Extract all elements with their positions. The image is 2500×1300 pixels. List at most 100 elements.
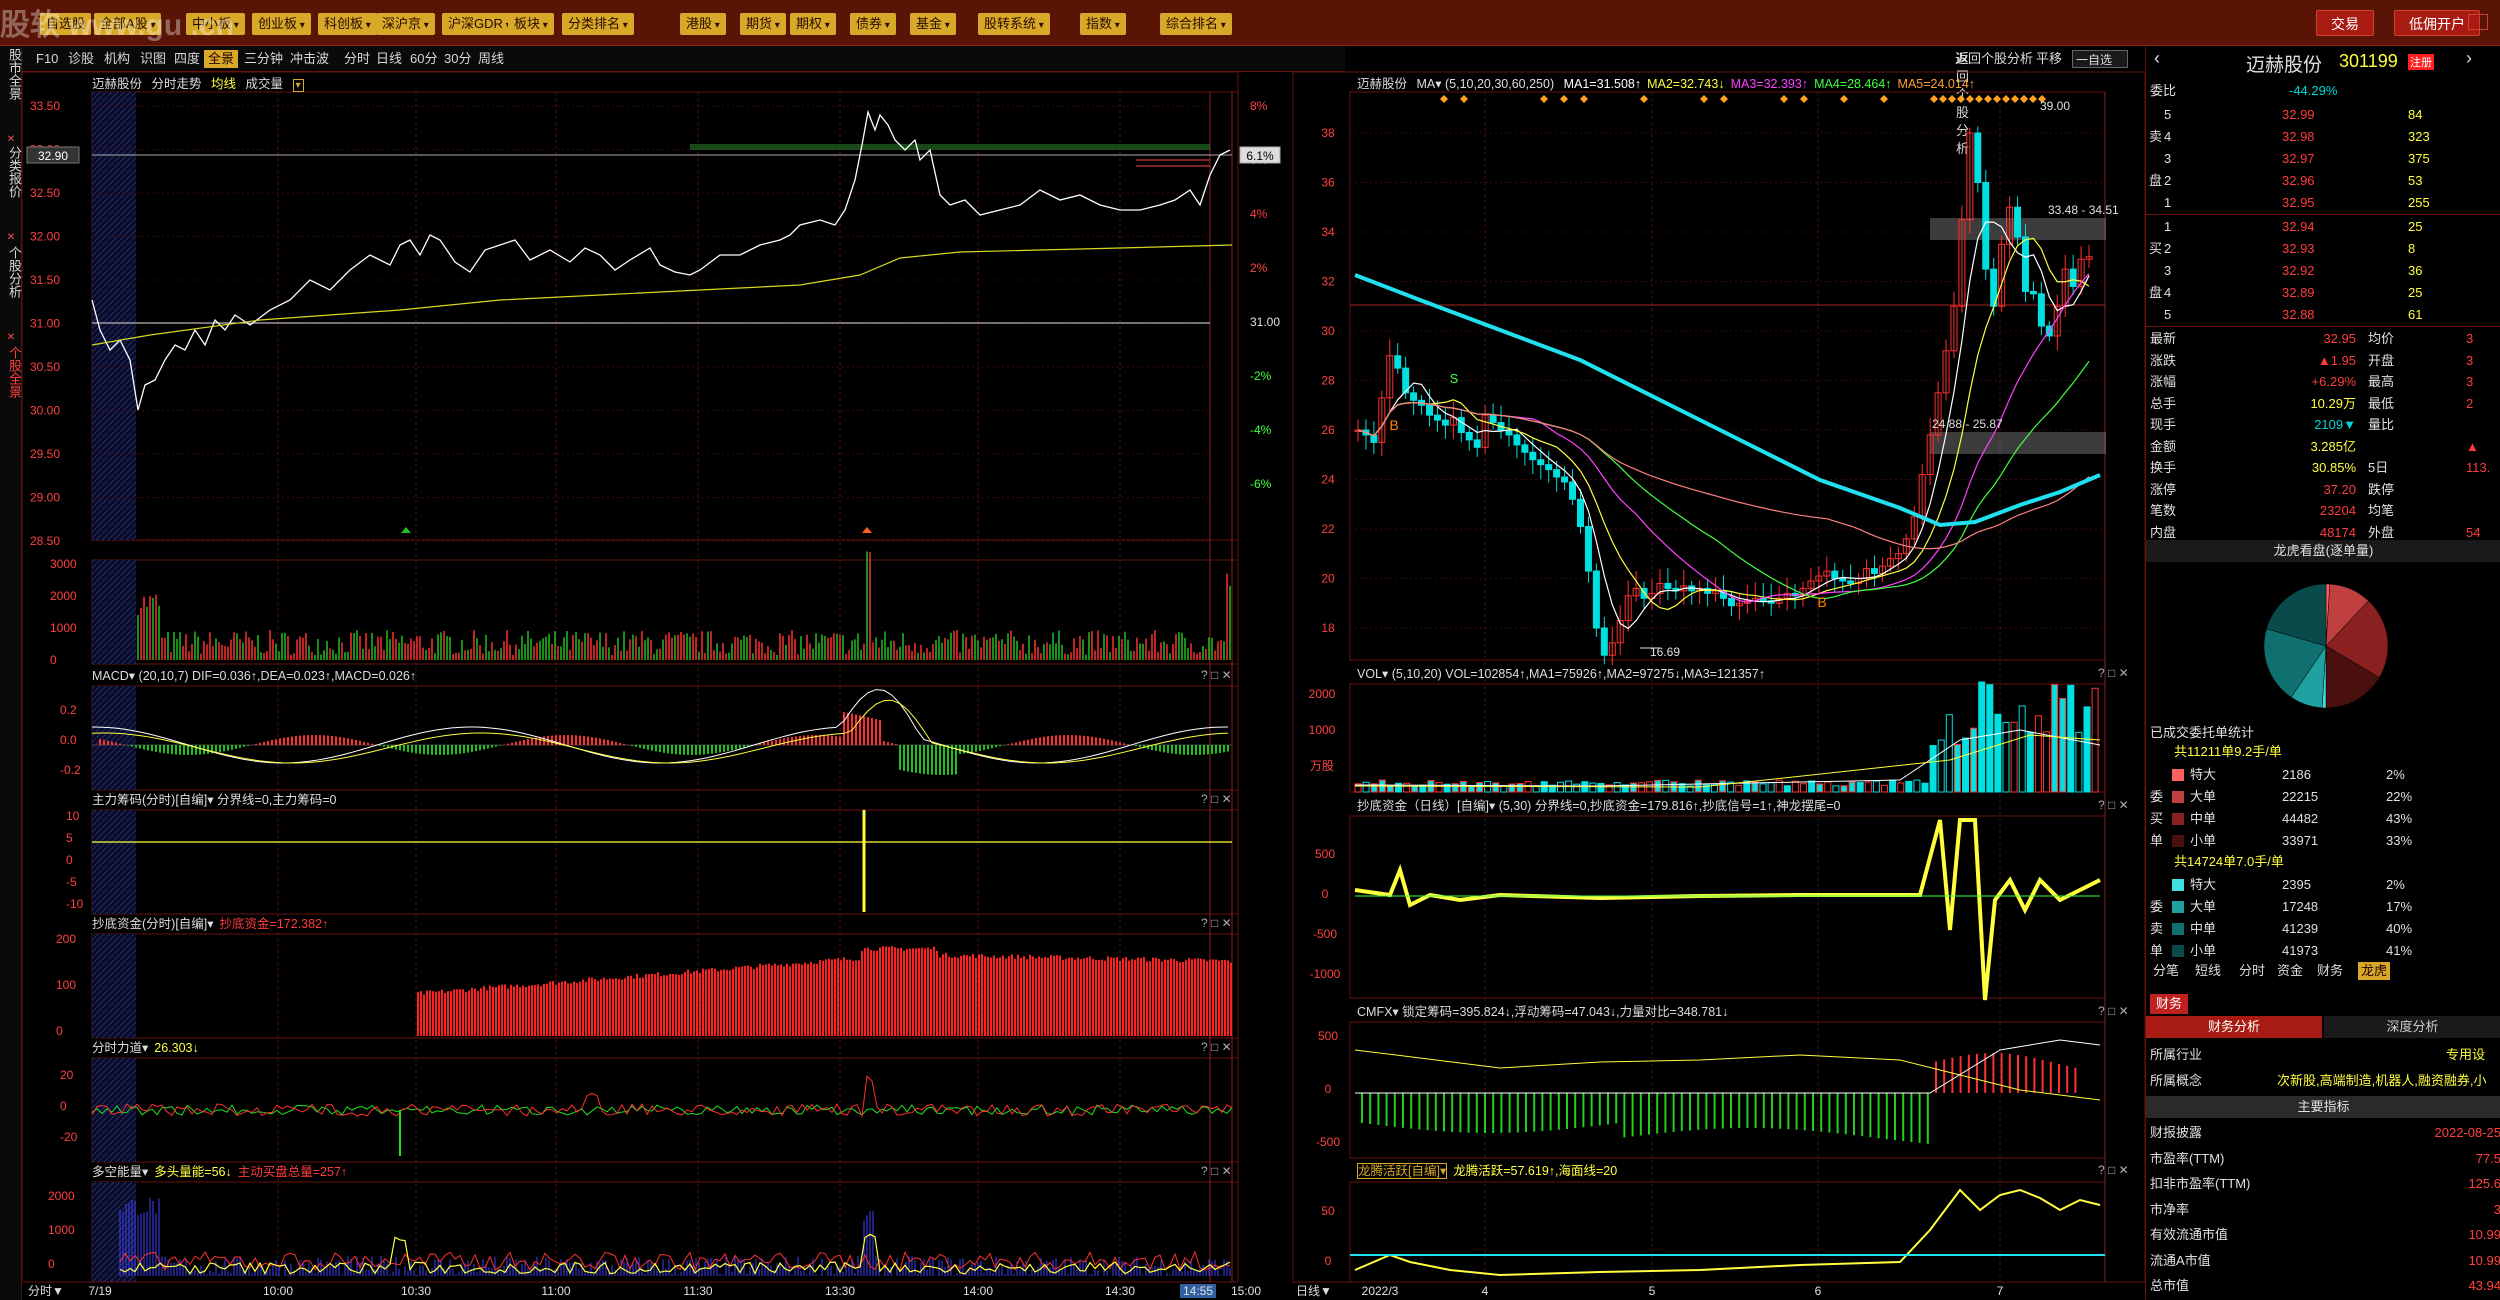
fin-row: 财报披露 2022-08-25 — [2146, 1122, 2500, 1144]
bid-side-label: 盘 — [2149, 285, 2163, 300]
order-size-label: 特大 — [2190, 877, 2217, 892]
fin-analysis-tab[interactable]: 财务分析 — [2146, 1016, 2322, 1038]
mid-volume-bar — [2059, 697, 2067, 793]
fin-label: 总市值 — [2150, 1278, 2190, 1293]
ask-level: 2 — [2164, 173, 2172, 188]
cmfx-header[interactable]: CMFX▾ 锁定筹码=395.824↓,浮动筹码=47.043↓,力量对比=34… — [1357, 1002, 1728, 1022]
ask-row[interactable]: 1 32.95 255 — [2146, 192, 2500, 214]
bottom-tab-4[interactable]: 财务 — [2314, 962, 2346, 980]
back-chevron-icon[interactable]: ‹ — [2154, 48, 2160, 69]
stat-row: 总手 10.29万 最低 2 — [2146, 393, 2500, 415]
bottom-fund-tick: 200 — [56, 932, 76, 946]
mid-panel-controls[interactable]: ? □ ✕ — [2098, 796, 2129, 814]
window-icon[interactable] — [2468, 14, 2488, 30]
fin-value: 2022-08-25 — [2434, 1125, 2500, 1140]
kline-header[interactable]: 迈赫股份 MA▾ (5,10,20,30,60,250) MA1=31.508↑… — [1357, 74, 1987, 94]
mid-volume-bar — [1751, 781, 1759, 793]
order-pct: 43% — [2386, 811, 2413, 826]
sell-side-label: 单 — [2150, 943, 2164, 958]
kline-price-tick: 34 — [1321, 225, 1335, 239]
bottom-tab-0[interactable]: 分笔 — [2150, 962, 2182, 980]
ask-row[interactable]: 4 32.98 323 — [2146, 126, 2500, 148]
bottom-tab-5[interactable]: 龙虎 — [2358, 962, 2391, 980]
ask-row[interactable]: 3 32.97 375 — [2146, 148, 2500, 170]
kline-price-tick: 22 — [1321, 522, 1335, 536]
time-axis-label: 10:30 — [401, 1284, 431, 1298]
stat-row: 金额 3.285亿 ▲ — [2146, 436, 2500, 458]
left-panel-controls[interactable]: ? □ ✕ — [1201, 790, 1232, 808]
left-panel-controls[interactable]: ? □ ✕ — [1201, 666, 1232, 684]
buy-signal-b: B — [1389, 417, 1398, 433]
mid-panel-controls[interactable]: ? □ ✕ — [2098, 1002, 2129, 1020]
buy-order-row: 小单 33971 33% — [2146, 830, 2500, 852]
force-header[interactable]: 分时力道▾ 26.303↓ — [92, 1038, 205, 1058]
candle-body — [1489, 414, 1497, 424]
bottom-tab-3[interactable]: 资金 — [2274, 962, 2306, 980]
chevron-down-icon[interactable]: ▾ — [292, 79, 304, 92]
vol-header[interactable]: VOL▾ (5,10,20) VOL=102854↑,MA1=75926↑,MA… — [1357, 664, 1765, 684]
left-panel-controls[interactable]: ? □ ✕ — [1201, 1038, 1232, 1056]
bottom-tab-2[interactable]: 分时 — [2236, 962, 2268, 980]
main-chip-header[interactable]: 主力筹码(分时)[自编]▾ 分界线=0,主力筹码=0 — [92, 790, 337, 810]
daily-time-tab[interactable]: 日线▼ — [1296, 1282, 1332, 1299]
ask-side-label: 卖 — [2149, 129, 2163, 144]
ask-row[interactable]: 5 32.99 84 — [2146, 104, 2500, 126]
bottom-fund-title: 抄底资金(分时)[自编]▾ — [92, 917, 214, 931]
fund-daily-tick: 0 — [1322, 887, 1329, 901]
middle-panel-frame — [1349, 91, 2106, 661]
bottom-tab-1[interactable]: 短线 — [2192, 962, 2224, 980]
buy-signal-b: B — [1817, 594, 1826, 610]
candle-body — [1537, 459, 1545, 466]
fund-daily-line — [1354, 818, 2101, 1001]
industry-row: 所属行业 专用设 — [2146, 1044, 2500, 1066]
fin-label: 市盈率(TTM) — [2150, 1150, 2225, 1166]
stat-label: 涨幅 — [2150, 374, 2177, 389]
ask-volume: 323 — [2408, 129, 2430, 144]
order-volume: 17248 — [2282, 899, 2319, 914]
left-panel-controls[interactable]: ? □ ✕ — [1201, 914, 1232, 932]
bid-row[interactable]: 3 32.92 36 — [2146, 260, 2500, 282]
industry-value: 专用设 — [2446, 1047, 2486, 1062]
buy-order-row: 中单 44482 43% — [2146, 808, 2500, 830]
mid-panel-controls[interactable]: ? □ ✕ — [2098, 664, 2129, 682]
ask-price: 32.96 — [2282, 173, 2315, 188]
mid-panel-controls[interactable]: ? □ ✕ — [2098, 1161, 2129, 1179]
bottom-fund-header[interactable]: 抄底资金(分时)[自编]▾ 抄底资金=172.382↑ — [92, 914, 334, 934]
bid-row[interactable]: 5 32.88 61 — [2146, 304, 2500, 326]
pct-tick-label: -4% — [1250, 423, 1272, 437]
fund-daily-header[interactable]: 抄底资金（日线）[自编]▾ (5,30) 分界线=0,抄底资金=179.816↑… — [1357, 796, 1840, 816]
left-panel-controls[interactable]: ? □ ✕ — [1201, 1162, 1232, 1180]
intraday-time-tab[interactable]: 分时▼ — [28, 1282, 64, 1299]
fund-daily-tick: 500 — [1315, 847, 1335, 861]
mid-volume-bar — [1953, 743, 1961, 793]
time-axis-label: 14:30 — [1105, 1284, 1135, 1298]
order-volume: 41973 — [2282, 943, 2319, 958]
trade-button[interactable]: 交易 — [2316, 10, 2374, 36]
macd-header[interactable]: MACD▾ (20,10,7) DIF=0.036↑,DEA=0.023↑,MA… — [92, 666, 416, 686]
candle-body — [1457, 417, 1465, 433]
time-axis-label: 10:00 — [263, 1284, 293, 1298]
stat-row: 涨跌 ▲1.95 开盘 3 — [2146, 350, 2500, 372]
candle-body — [1727, 597, 1735, 607]
ask-level: 1 — [2164, 195, 2172, 210]
stat-value: 113. — [2466, 460, 2491, 475]
bid-row[interactable]: 1 32.94 25 — [2146, 216, 2500, 238]
finance-tab[interactable]: 财务 — [2150, 994, 2189, 1014]
dragon-header[interactable]: 龙腾活跃[自编]▾ 龙腾活跃=57.619↑,海面线=20 — [1357, 1161, 1623, 1181]
forward-chevron-icon[interactable]: › — [2466, 48, 2472, 69]
order-volume: 41239 — [2282, 921, 2319, 936]
bid-price: 32.92 — [2282, 263, 2315, 278]
bid-row[interactable]: 2 32.93 8 — [2146, 238, 2500, 260]
deep-analysis-tab[interactable]: 深度分析 — [2324, 1016, 2500, 1038]
ask-row[interactable]: 2 32.96 53 — [2146, 170, 2500, 192]
stat-label: 涨停 — [2150, 481, 2177, 497]
mid-volume-bar — [2043, 731, 2050, 793]
bid-level: 5 — [2164, 307, 2172, 322]
stat-value: 3 — [2466, 374, 2474, 389]
energy-header[interactable]: 多空能量▾ 多头量能=56↓ 主动买盘总量=257↑ — [92, 1162, 353, 1182]
bid-row[interactable]: 4 32.89 25 — [2146, 282, 2500, 304]
pct-tick-label: 2% — [1250, 261, 1268, 275]
price-tick-label: 31.00 — [30, 317, 60, 331]
stat-label: 涨跌 — [2150, 352, 2177, 368]
mid-volume-bar — [1872, 780, 1880, 793]
